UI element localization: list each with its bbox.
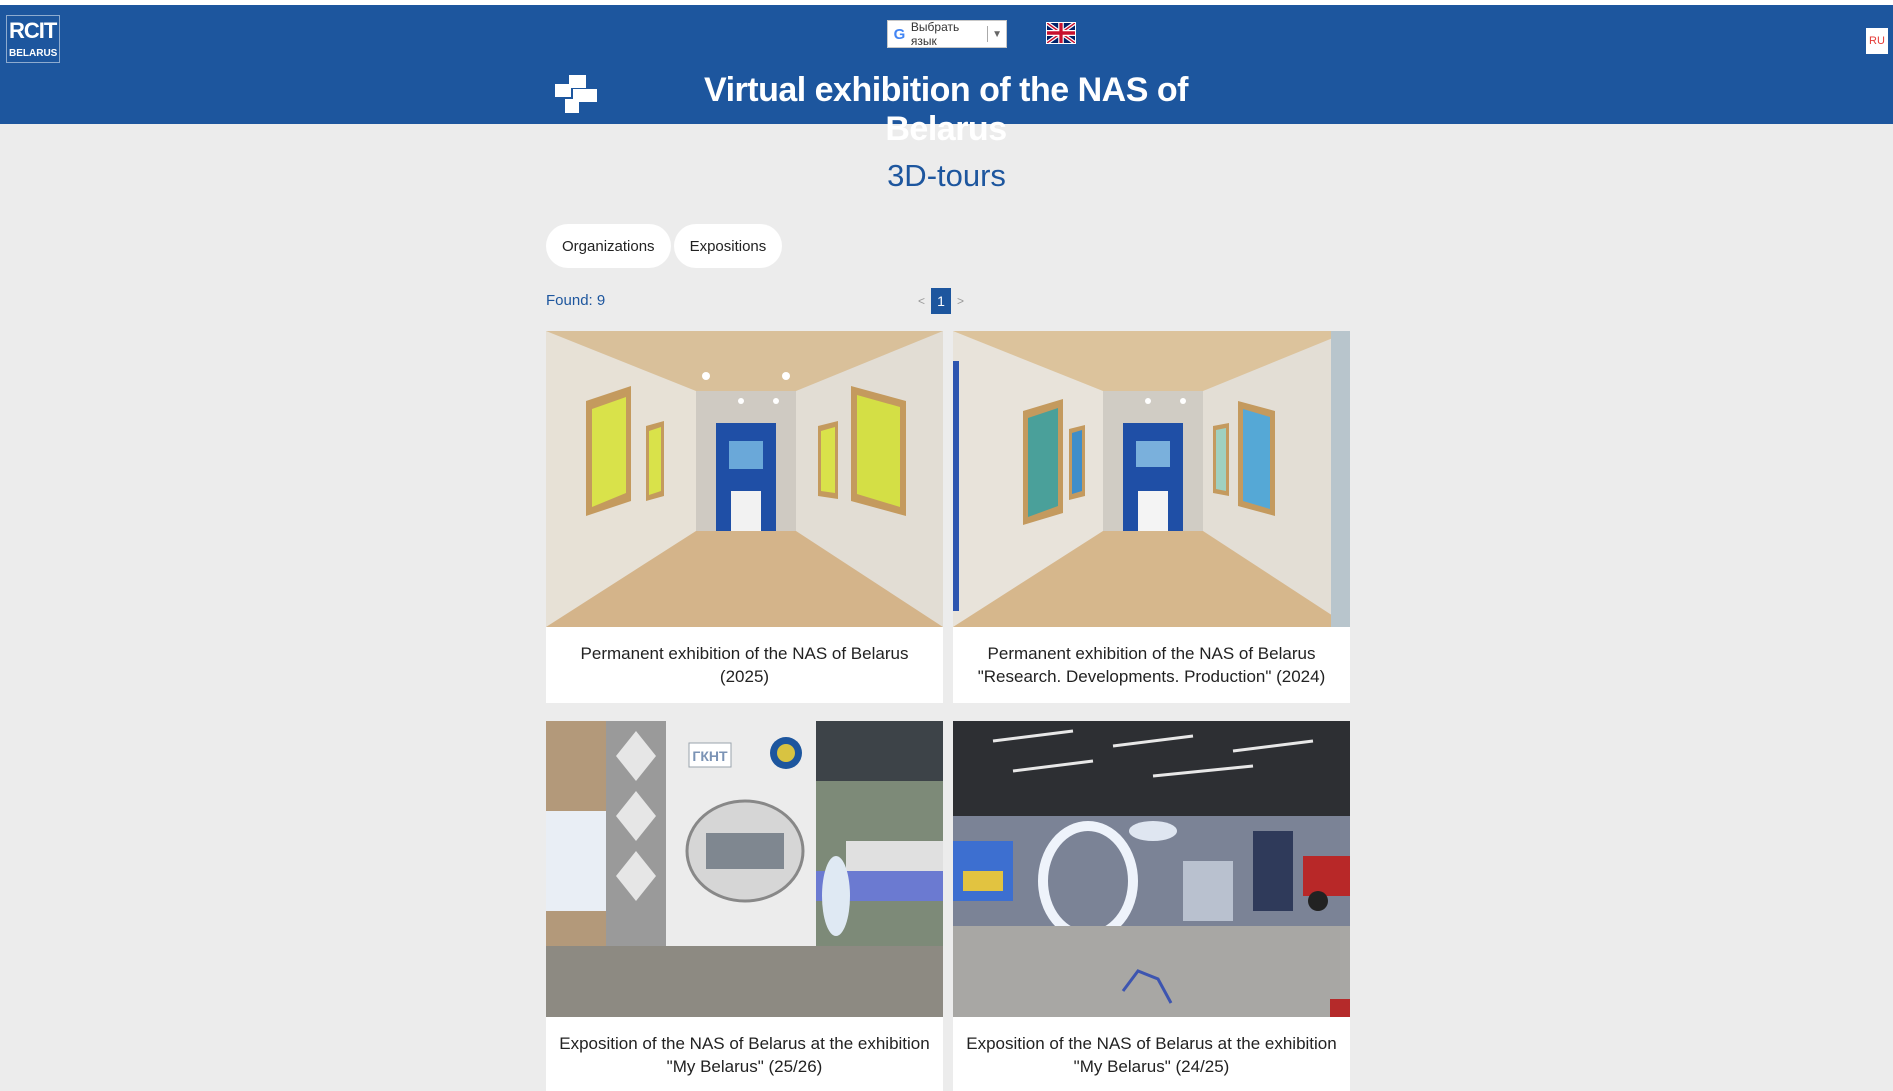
uk-flag-icon[interactable] — [1046, 22, 1076, 44]
ru-language-button[interactable]: RU — [1866, 28, 1888, 54]
tour-card[interactable]: ГКНТ Exposition of the NAS of Belarus at… — [546, 721, 943, 1091]
separator — [987, 26, 989, 42]
logo-subtext: BELARUS — [9, 48, 58, 59]
pagination-next[interactable]: > — [957, 294, 964, 308]
tour-title[interactable]: Exposition of the NAS of Belarus at the … — [953, 1017, 1350, 1091]
pagination-prev[interactable]: < — [918, 294, 925, 308]
tab-expositions[interactable]: Expositions — [673, 224, 783, 268]
category-tabs: Organizations Expositions — [546, 224, 783, 268]
tour-thumbnail[interactable] — [953, 721, 1350, 1017]
site-header: RCIT BELARUS G Выбрать язык ▼ RU Virtual… — [0, 5, 1893, 148]
results-count: Found: 9 — [546, 292, 606, 309]
chevron-down-icon: ▼ — [992, 28, 1002, 40]
tour-thumbnail[interactable]: ГКНТ — [546, 721, 943, 1017]
pagination-current-page[interactable]: 1 — [931, 288, 952, 314]
tour-thumbnail[interactable] — [953, 331, 1350, 627]
rcit-logo[interactable]: RCIT BELARUS — [6, 15, 60, 63]
tour-thumbnail[interactable] — [546, 331, 943, 627]
tour-card[interactable]: Permanent exhibition of the NAS of Belar… — [546, 331, 943, 703]
site-title[interactable]: Virtual exhibition of the NAS of Belarus — [640, 71, 1252, 149]
gallery-icon — [555, 75, 597, 113]
tab-organizations[interactable]: Organizations — [546, 224, 671, 268]
language-select-label: Выбрать язык — [910, 20, 960, 48]
tour-title[interactable]: Permanent exhibition of the NAS of Belar… — [546, 627, 943, 703]
tour-card[interactable]: Permanent exhibition of the NAS of Belar… — [953, 331, 1350, 703]
logo-text: RCIT — [9, 18, 57, 43]
pagination: < 1 > — [918, 288, 964, 314]
tour-title[interactable]: Permanent exhibition of the NAS of Belar… — [953, 627, 1350, 703]
google-translate-icon: G — [893, 25, 906, 43]
language-select[interactable]: G Выбрать язык ▼ — [887, 20, 1007, 48]
page-title: 3D-tours — [887, 158, 1006, 193]
tour-card[interactable]: Exposition of the NAS of Belarus at the … — [953, 721, 1350, 1091]
gknt-sign: ГКНТ — [692, 748, 728, 764]
tour-title[interactable]: Exposition of the NAS of Belarus at the … — [546, 1017, 943, 1091]
